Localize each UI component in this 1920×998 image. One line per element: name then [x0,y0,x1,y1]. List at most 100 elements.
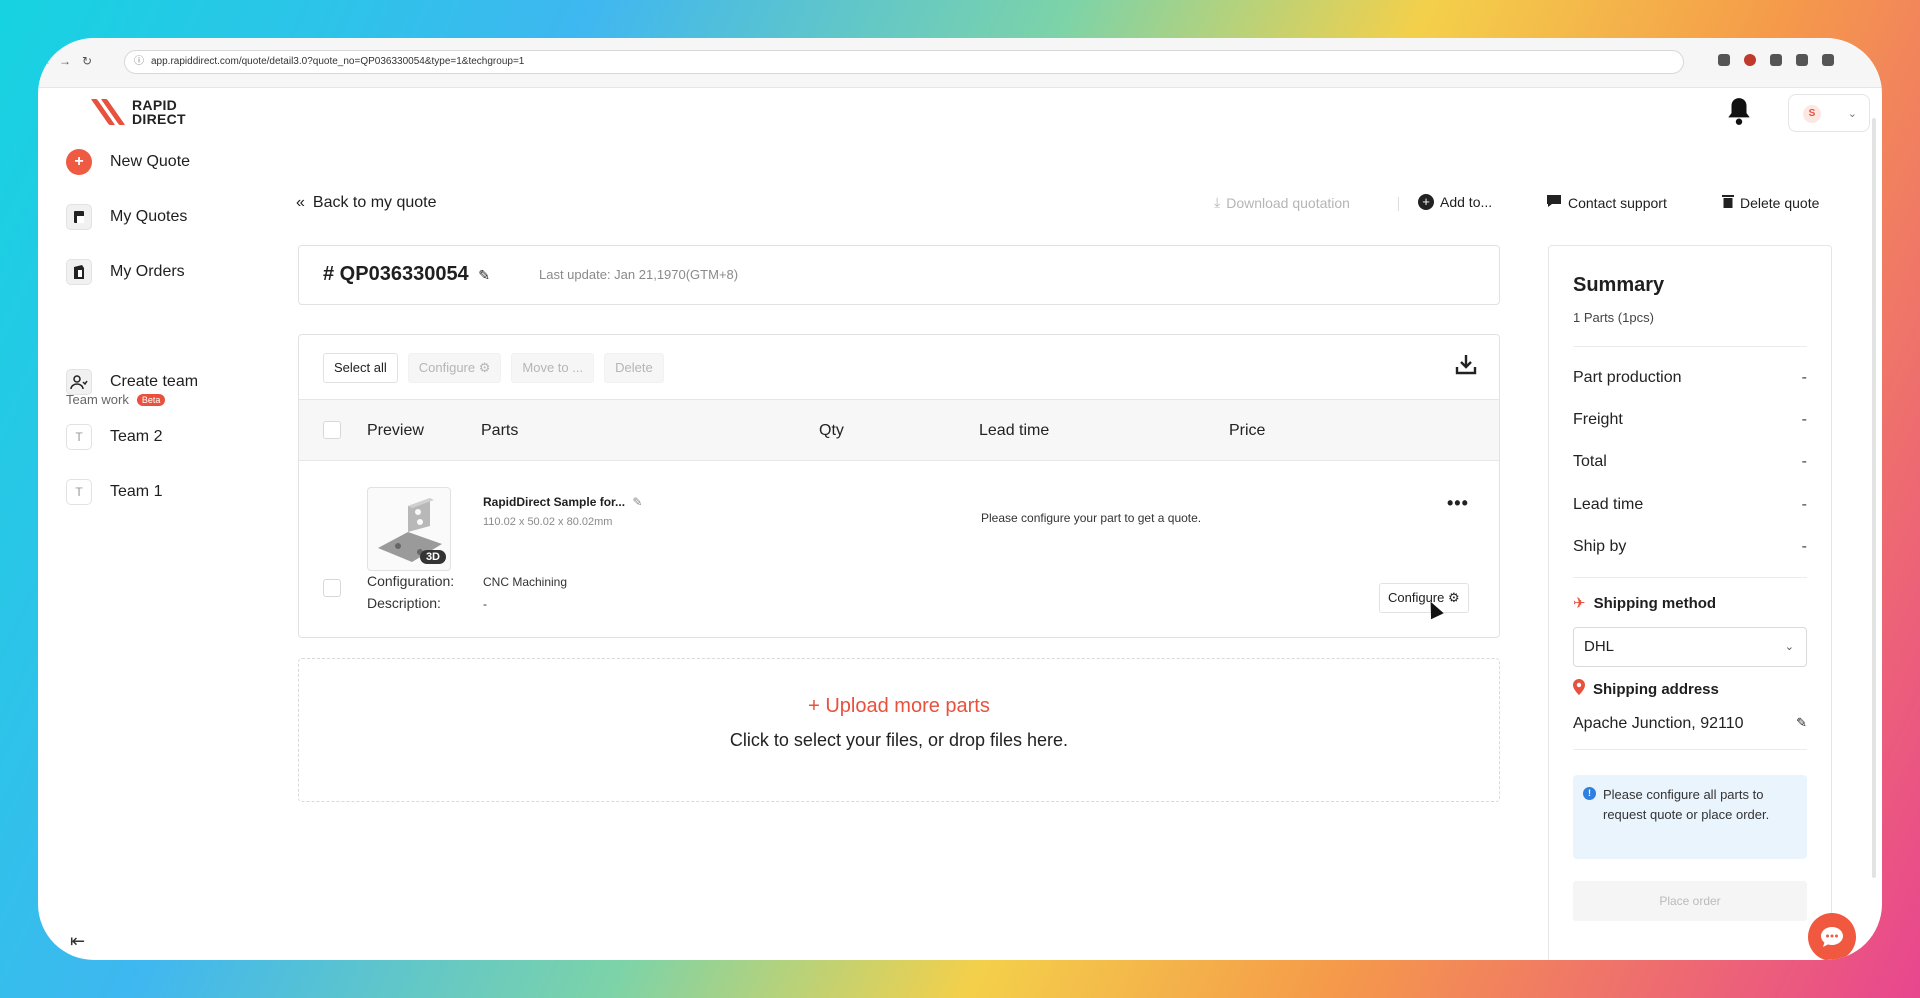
puzzle-icon[interactable] [1796,54,1808,66]
gear-icon: ⚙ [1448,590,1460,605]
sidebar-item-my-quotes[interactable]: My Quotes [66,204,187,230]
column-header: Parts [481,422,519,439]
shipping-method-select[interactable]: DHL ⌄ [1573,627,1807,667]
summary-title: Summary [1573,274,1665,296]
configure-toolbar-button[interactable]: Configure ⚙ [407,353,502,383]
quotes-icon [66,204,92,230]
info-icon: ! [1583,787,1596,800]
sidebar-item-label: New Quote [110,153,191,170]
contact-support-button[interactable]: Contact support [1546,194,1667,211]
gear-icon: ⚙ [478,360,491,375]
last-update: Last update: Jan 21,1970(GTM+8) [539,267,739,282]
edit-pencil-icon[interactable]: ✎ [632,495,642,509]
summary-row: Ship by - [1573,538,1807,555]
team-initial-icon: T [66,479,92,505]
sidebar-item-new-quote[interactable]: + New Quote [66,149,190,175]
part-name[interactable]: RapidDirect Sample for... [483,495,625,509]
beta-badge: Beta [136,393,166,406]
extension-icon[interactable] [1770,54,1782,66]
upload-dropzone[interactable]: + Upload more parts Click to select your… [298,658,1500,802]
download-icon[interactable] [1455,353,1477,381]
plus-circle-icon: + [1418,194,1434,210]
plus-circle-icon: + [66,149,92,175]
quote-header: # QP036330054 ✎ Last update: Jan 21,1970… [298,245,1500,305]
shipping-method-heading: ✈ Shipping method [1573,594,1717,613]
url-text: app.rapiddirect.com/quote/detail3.0?quot… [151,56,525,67]
edit-pencil-icon[interactable]: ✎ [478,267,490,283]
summary-subtitle: 1 Parts (1pcs) [1573,310,1654,325]
extension-icon[interactable] [1718,54,1730,66]
summary-panel: Summary 1 Parts (1pcs) Part production -… [1548,245,1832,960]
shipping-address-heading: Shipping address [1573,679,1719,699]
reload-icon[interactable]: ↻ [80,54,94,68]
site-info-icon[interactable]: ⓘ [134,51,144,73]
sidebar-item-label: Create team [110,373,199,390]
sidepanel-icon[interactable] [1822,54,1834,66]
browser-bar: ← → ↻ ⓘ app.rapiddirect.com/quote/detail… [38,38,1882,88]
description-label: Description: [367,595,441,611]
upload-more-parts-link[interactable]: + Upload more parts [299,695,1499,718]
back-arrow-icon[interactable]: ← [38,54,52,68]
logo-text-line2: DIRECT [132,111,186,127]
divider [1573,346,1807,347]
scrollbar[interactable] [1872,118,1876,878]
notification-bell-icon[interactable] [1726,96,1752,126]
chat-bubble-icon [1546,194,1562,211]
shipping-address: Apache Junction, 92110 ✎ [1573,715,1807,732]
brand-logo[interactable]: RAPID DIRECT [90,96,186,128]
parts-card: Select all Configure ⚙ Move to ... Delet… [298,334,1500,638]
sidebar-item-team-1[interactable]: T Team 1 [66,479,162,505]
chat-widget-button[interactable] [1808,913,1856,960]
parts-toolbar: Select all Configure ⚙ Move to ... Delet… [323,353,664,383]
configuration-label: Configuration: [367,573,455,589]
description-value: - [483,597,487,611]
column-header: Qty [819,422,844,439]
team-initial-icon: T [66,424,92,450]
select-all-button[interactable]: Select all [323,353,398,383]
extension-icons [1718,54,1834,66]
select-all-checkbox[interactable] [323,421,341,439]
upload-hint: Click to select your files, or drop file… [729,730,1069,750]
place-order-button[interactable]: Place order [1573,881,1807,921]
location-pin-icon [1573,679,1585,699]
configure-message: Please configure your part to get a quot… [981,511,1202,525]
add-to-button[interactable]: + Add to... [1418,194,1492,210]
sidebar-item-label: My Orders [110,263,185,280]
part-preview[interactable]: 3D [367,487,451,571]
chat-bubble-icon [1821,927,1843,947]
divider [1573,749,1807,750]
sidebar-item-team-2[interactable]: T Team 2 [66,424,162,450]
row-checkbox[interactable] [323,579,341,597]
delete-quote-button[interactable]: Delete quote [1722,194,1819,211]
edit-pencil-icon[interactable]: ✎ [1796,715,1807,731]
user-menu[interactable]: S ⌄ [1788,94,1870,132]
quote-number: # QP036330054 [323,263,469,285]
more-options-icon[interactable]: ••• [1447,493,1469,514]
collapse-sidebar-icon[interactable]: ⇤ [70,931,85,952]
sidebar-item-label: Team 1 [110,483,163,500]
forward-arrow-icon[interactable]: → [58,54,72,68]
configure-button[interactable]: Configure ⚙ [1379,583,1469,613]
table-header: Preview Parts Qty Lead time Price [299,399,1499,461]
configuration-value: CNC Machining [483,575,568,589]
3d-badge[interactable]: 3D [419,550,446,564]
move-to-button[interactable]: Move to ... [511,353,595,383]
column-header: Preview [367,422,424,439]
avatar: S [1803,105,1821,123]
chevron-down-icon: ⌄ [1784,641,1794,653]
url-bar[interactable]: ⓘ app.rapiddirect.com/quote/detail3.0?qu… [124,50,1684,74]
delete-button[interactable]: Delete [604,353,664,383]
back-to-quote-link[interactable]: « Back to my quote [296,194,437,212]
sidebar-item-create-team[interactable]: Create team [66,369,198,395]
part-dimensions: 110.02 x 50.02 x 80.02mm [483,516,613,528]
extension-icon[interactable] [1744,54,1756,66]
double-chevron-left-icon: « [296,194,305,211]
configure-notice: ! Please configure all parts to request … [1573,775,1807,859]
download-quotation-button[interactable]: ⤓ Download quotation [1214,194,1350,211]
chevron-down-icon: ⌄ [1847,108,1857,120]
app-window: ← → ↻ ⓘ app.rapiddirect.com/quote/detail… [38,38,1882,960]
logo-mark-icon [90,96,126,128]
logo-text-line1: RAPID [132,97,178,113]
download-icon: ⤓ [1214,194,1221,210]
sidebar-item-my-orders[interactable]: My Orders [66,259,185,285]
